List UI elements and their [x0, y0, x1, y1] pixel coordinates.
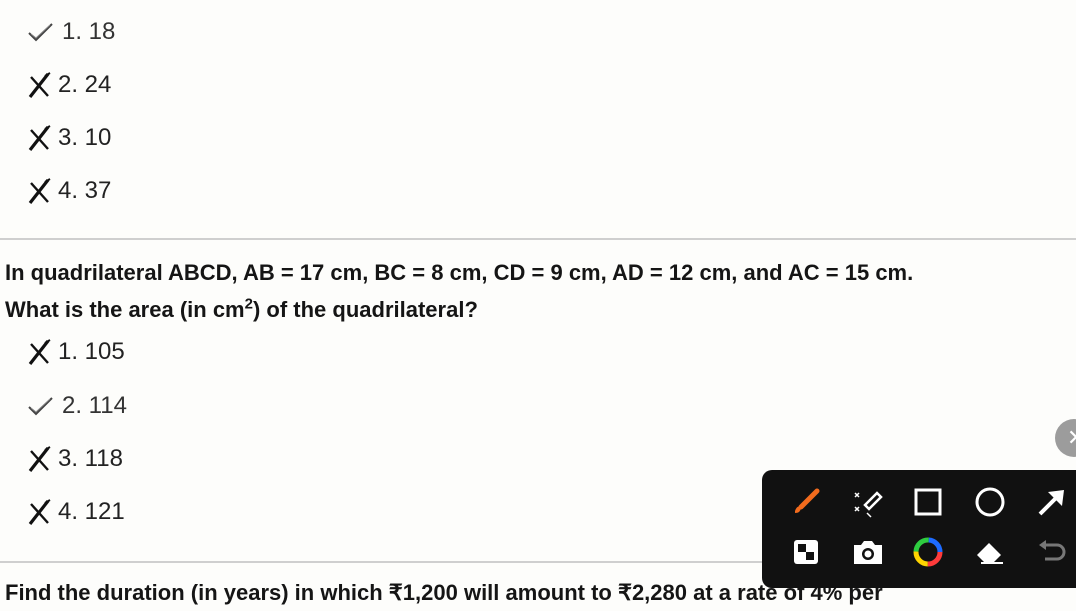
prev-option-4: 4. 37 — [22, 174, 111, 208]
prev-option-3: 3. 10 — [22, 121, 111, 155]
cross-mark-icon — [22, 335, 58, 369]
option-1: 1. 105 — [22, 335, 125, 369]
whiteboard-icon[interactable] — [786, 532, 826, 572]
annotation-toolbar — [762, 470, 1076, 588]
cross-mark-icon — [22, 495, 58, 529]
option-label: 2. 24 — [58, 71, 112, 98]
option-3: 3. 118 — [22, 442, 123, 476]
question-divider — [0, 238, 1076, 240]
option-label: 1. 105 — [58, 338, 125, 365]
option-label: 4. 121 — [58, 498, 125, 525]
close-icon: ✕ — [1067, 425, 1076, 451]
eraser-icon[interactable] — [970, 532, 1010, 572]
option-label: 2. 114 — [62, 392, 127, 419]
arrow-icon[interactable] — [1032, 482, 1072, 522]
screenshot-icon[interactable] — [848, 532, 888, 572]
previous-question-text-cut — [0, 0, 1076, 6]
option-label: 3. 118 — [58, 445, 123, 472]
option-label: 4. 37 — [58, 177, 112, 204]
undo-icon[interactable] — [1032, 532, 1072, 572]
next-question-text: Find the duration (in years) in which ₹1… — [5, 574, 883, 611]
cross-mark-icon — [22, 442, 58, 476]
prev-option-2: 2. 24 — [22, 68, 111, 102]
question-line-1: In quadrilateral ABCD, AB = 17 cm, BC = … — [5, 260, 914, 285]
next-question-line-1: Find the duration (in years) in which ₹1… — [5, 580, 883, 605]
cross-mark-icon — [22, 174, 58, 208]
question-line-2: What is the area (in cm2) of the quadril… — [5, 295, 478, 322]
check-mark-icon — [22, 389, 58, 423]
option-4: 4. 121 — [22, 495, 125, 529]
option-2: 2. 114 — [22, 389, 127, 423]
cross-mark-icon — [22, 68, 58, 102]
highlighter-icon[interactable] — [848, 482, 888, 522]
option-label: 1. 18 — [62, 18, 116, 45]
check-mark-icon — [22, 15, 58, 49]
cross-mark-icon — [22, 121, 58, 155]
rectangle-icon[interactable] — [908, 482, 948, 522]
close-button[interactable]: ✕ — [1055, 419, 1076, 457]
prev-option-1: 1. 18 — [22, 15, 115, 49]
color-picker-icon[interactable] — [908, 532, 948, 572]
option-label: 3. 10 — [58, 124, 112, 151]
question-text: In quadrilateral ABCD, AB = 17 cm, BC = … — [5, 254, 913, 328]
brush-icon[interactable] — [786, 482, 826, 522]
circle-icon[interactable] — [970, 482, 1010, 522]
